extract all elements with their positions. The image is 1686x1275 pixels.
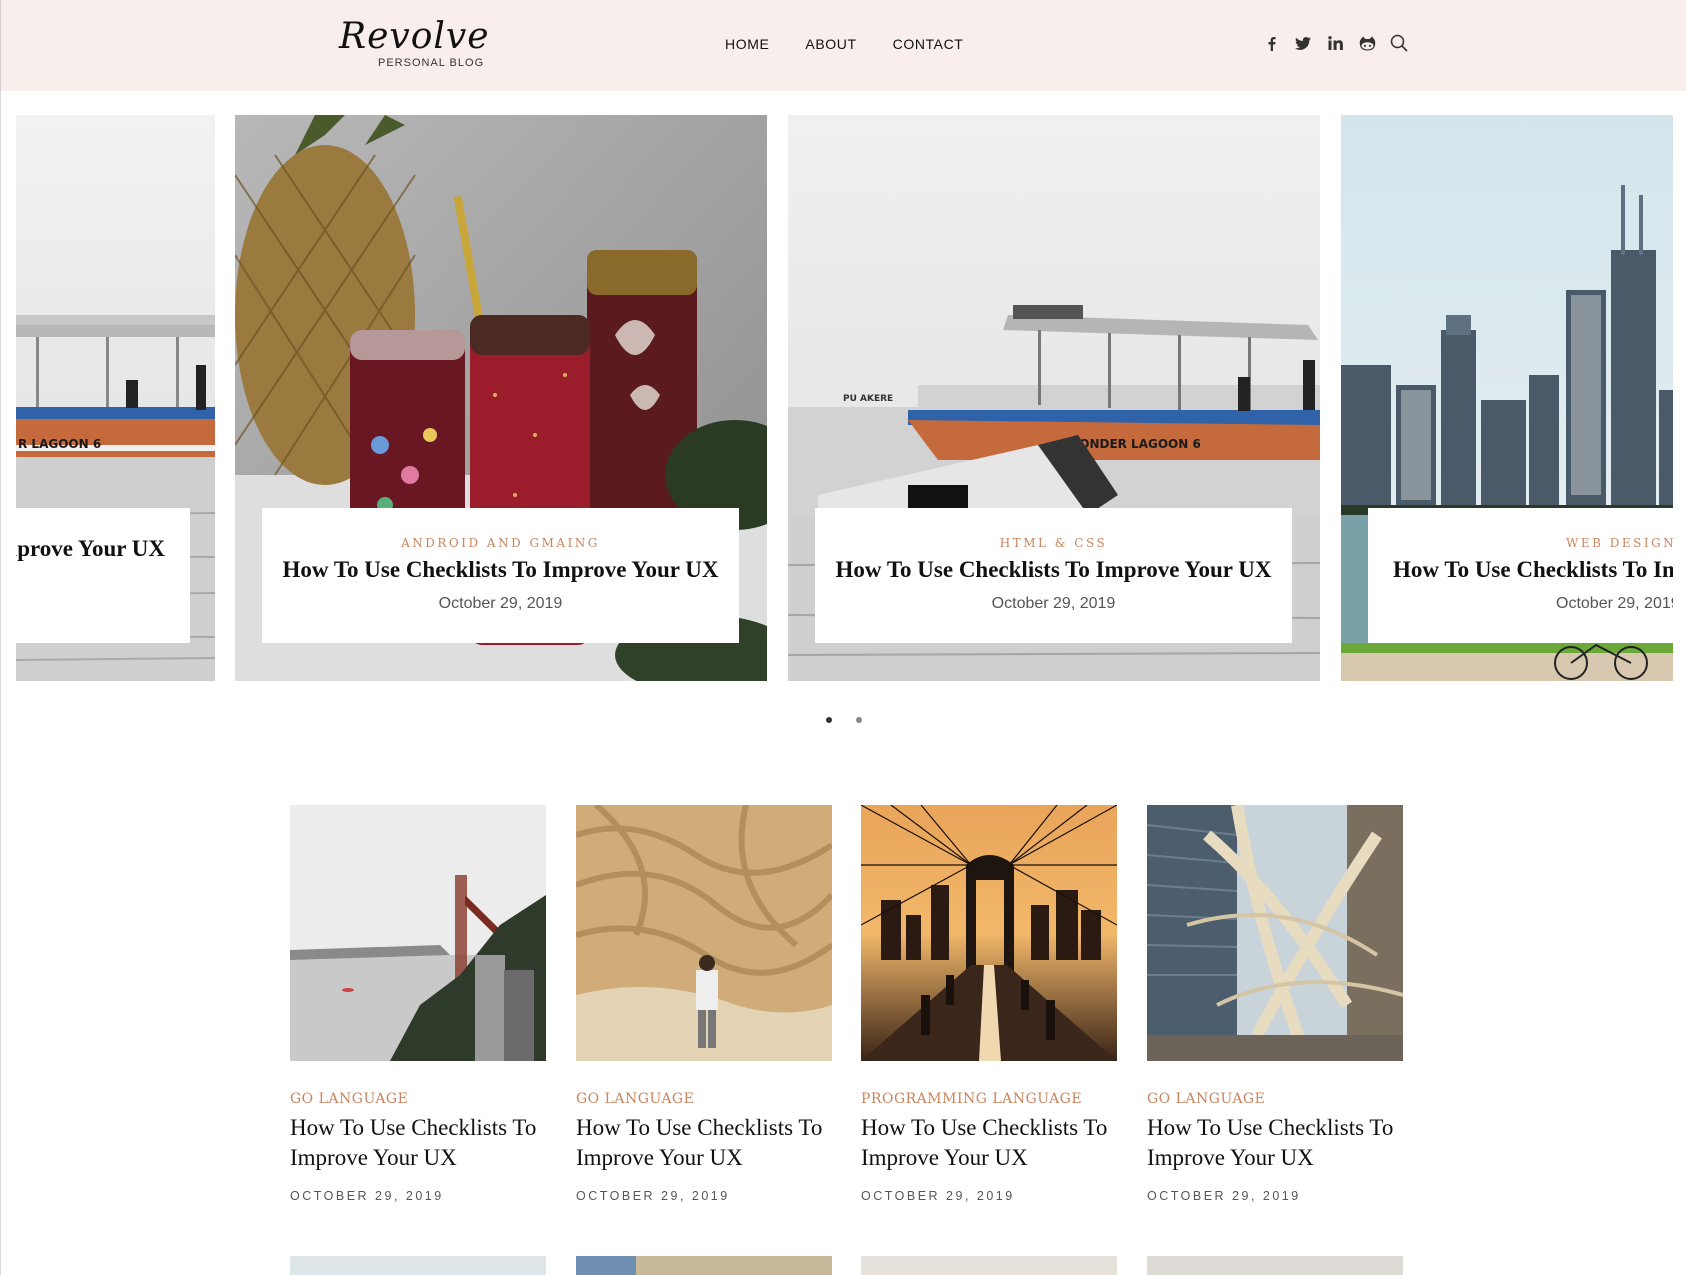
post-thumbnail-peek <box>290 1256 546 1275</box>
post-card[interactable]: GO LANGUAGE How To Use Checklists To Imp… <box>290 805 546 1203</box>
post-thumbnail[interactable] <box>861 805 1117 1061</box>
main-nav: HOME ABOUT CONTACT <box>725 36 999 52</box>
slider-dot-2[interactable] <box>856 717 862 723</box>
logo-subtitle: PERSONAL BLOG <box>378 57 485 69</box>
slide-date: October 29, 2019 <box>438 595 563 612</box>
featured-slider[interactable]: R LAGOON 6 How To Use Checklists To Impr… <box>16 115 1673 681</box>
site-header: Revolve PERSONAL BLOG HOME ABOUT CONTACT <box>0 0 1686 91</box>
post-thumbnail[interactable] <box>290 805 546 1061</box>
slide-card[interactable]: R LAGOON 6 How To Use Checklists To Impr… <box>16 115 215 681</box>
slide-title[interactable]: How To Use Checklists To Improve Your UX <box>16 536 165 562</box>
post-date: OCTOBER 29, 2019 <box>1147 1189 1301 1203</box>
slide-date: October 29, 2019 <box>1556 595 1673 612</box>
post-thumbnail-peek <box>576 1256 832 1275</box>
site-logo[interactable]: Revolve PERSONAL BLOG <box>339 16 490 69</box>
slide-card[interactable]: WEB DESIGN How To Use Checklists To Impr… <box>1341 115 1673 681</box>
nav-about[interactable]: ABOUT <box>805 36 856 52</box>
facebook-icon[interactable] <box>1262 34 1280 52</box>
post-thumbnail[interactable] <box>576 805 832 1061</box>
social-links <box>1262 34 1422 52</box>
post-thumbnail[interactable] <box>1147 805 1403 1061</box>
post-card[interactable]: GO LANGUAGE How To Use Checklists To Imp… <box>1147 805 1403 1203</box>
nav-home[interactable]: HOME <box>725 36 769 52</box>
slider-dot-1[interactable] <box>826 717 832 723</box>
nav-contact[interactable]: CONTACT <box>893 36 964 52</box>
slide-card[interactable]: ANDROID AND GMAING How To Use Checklists… <box>235 115 767 681</box>
slide-category[interactable]: WEB DESIGN <box>1393 536 1673 550</box>
slide-caption: ANDROID AND GMAING How To Use Checklists… <box>262 508 739 643</box>
slide-category[interactable]: HTML & CSS <box>815 536 1292 550</box>
post-date: OCTOBER 29, 2019 <box>290 1189 444 1203</box>
logo-title: Revolve <box>339 16 490 57</box>
linkedin-icon[interactable] <box>1326 34 1344 52</box>
slide-title[interactable]: How To Use Checklists To Improve Your UX <box>815 557 1292 583</box>
slide-caption: HTML & CSS How To Use Checklists To Impr… <box>815 508 1292 643</box>
post-category[interactable]: PROGRAMMING LANGUAGE <box>861 1091 1117 1107</box>
slide-title[interactable]: How To Use Checklists To Improve Your UX <box>1393 557 1673 583</box>
slide-card[interactable]: PU AKERE WONDER LAGOON 6 HTML & CSS How … <box>788 115 1320 681</box>
post-date: OCTOBER 29, 2019 <box>576 1189 730 1203</box>
slide-title[interactable]: How To Use Checklists To Improve Your UX <box>262 557 739 583</box>
post-category[interactable]: GO LANGUAGE <box>1147 1091 1403 1107</box>
slider-pagination <box>826 717 862 723</box>
search-icon[interactable] <box>1390 34 1408 52</box>
post-card[interactable]: GO LANGUAGE How To Use Checklists To Imp… <box>576 805 832 1203</box>
post-title[interactable]: How To Use Checklists To Improve Your UX <box>290 1113 546 1173</box>
post-title[interactable]: How To Use Checklists To Improve Your UX <box>576 1113 832 1173</box>
twitter-icon[interactable] <box>1294 34 1312 52</box>
slide-caption: WEB DESIGN How To Use Checklists To Impr… <box>1368 508 1673 643</box>
page-left-border <box>0 91 1 1275</box>
post-thumbnail-peek <box>861 1256 1117 1275</box>
svg-text:R LAGOON 6: R LAGOON 6 <box>18 437 101 451</box>
svg-text:PU AKERE: PU AKERE <box>843 394 893 404</box>
post-date: OCTOBER 29, 2019 <box>861 1189 1015 1203</box>
post-category[interactable]: GO LANGUAGE <box>576 1091 832 1107</box>
slide-caption: How To Use Checklists To Improve Your UX <box>16 508 190 643</box>
slide-date: October 29, 2019 <box>991 595 1116 612</box>
github-icon[interactable] <box>1358 34 1376 52</box>
slide-category[interactable]: ANDROID AND GMAING <box>262 536 739 550</box>
post-thumbnail-peek <box>1147 1256 1403 1275</box>
post-title[interactable]: How To Use Checklists To Improve Your UX <box>861 1113 1117 1173</box>
post-title[interactable]: How To Use Checklists To Improve Your UX <box>1147 1113 1403 1173</box>
post-category[interactable]: GO LANGUAGE <box>290 1091 546 1107</box>
post-card[interactable]: PROGRAMMING LANGUAGE How To Use Checklis… <box>861 805 1117 1203</box>
